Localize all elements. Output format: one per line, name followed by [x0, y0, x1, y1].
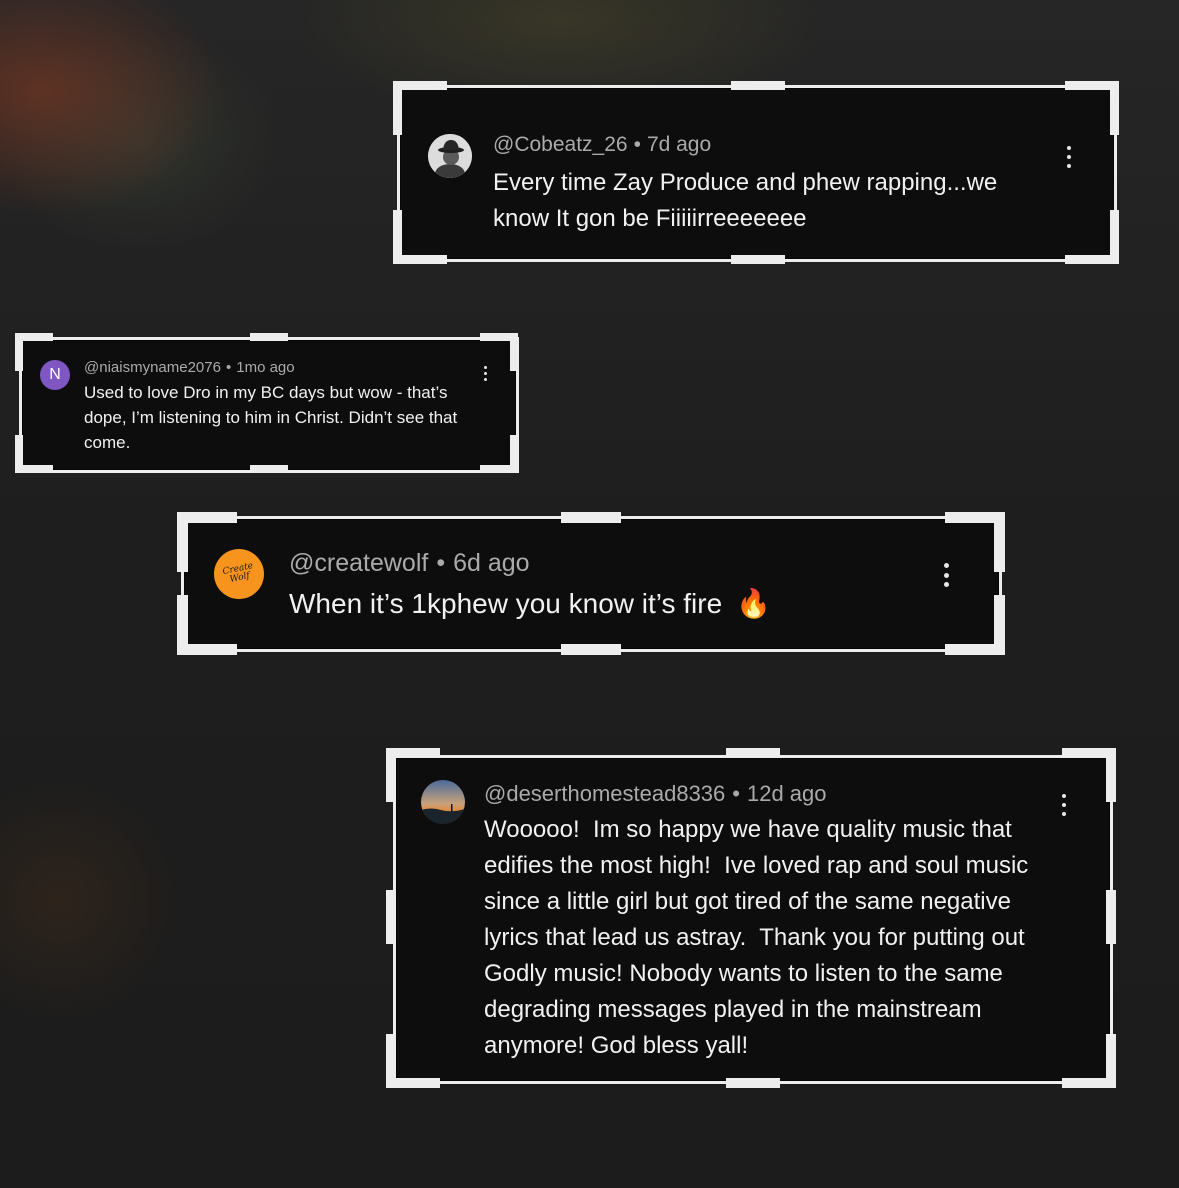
fire-emoji-icon: 🔥	[735, 588, 771, 619]
frame-tab	[386, 748, 396, 802]
comment-card-niaismyname: N @niaismyname2076 • 1mo ago Used to love …	[19, 337, 519, 473]
more-options-icon[interactable]	[940, 563, 952, 587]
frame-tab	[177, 595, 188, 655]
frame-tab	[250, 465, 288, 473]
comment-meta: @niaismyname2076 • 1mo ago	[84, 359, 295, 376]
comment-author[interactable]: @Cobeatz_26	[493, 133, 628, 156]
create-wolf-logo-avatar[interactable]: Create Wolf	[214, 549, 264, 599]
avatar-logo-text: Create Wolf	[221, 561, 255, 585]
comment-author[interactable]: @deserthomestead8336	[484, 781, 725, 806]
separator-dot: •	[436, 549, 446, 577]
frame-tab	[1110, 81, 1119, 135]
frame-tab	[386, 1034, 396, 1088]
comment-author[interactable]: @createwolf	[289, 549, 428, 577]
frame-tab	[726, 748, 780, 758]
hat-person-avatar-icon[interactable]	[428, 134, 472, 178]
comment-author[interactable]: @niaismyname2076	[84, 359, 221, 376]
frame-tab	[1106, 748, 1116, 802]
comment-time[interactable]: 1mo ago	[236, 359, 294, 376]
more-options-icon[interactable]	[479, 366, 491, 381]
sunset-landscape-avatar-icon[interactable]	[421, 780, 465, 824]
comment-card-cobeatz: @Cobeatz_26 • 7d ago Every time Zay Produc…	[397, 85, 1117, 262]
frame-tab	[1106, 1034, 1116, 1088]
comment-meta: @Cobeatz_26 • 7d ago	[493, 133, 711, 157]
frame-tab	[510, 435, 518, 473]
frame-tab	[731, 81, 785, 90]
separator-dot: •	[225, 359, 232, 376]
frame-tab	[1106, 890, 1116, 944]
frame-tab	[726, 1078, 780, 1088]
frame-tab	[561, 644, 621, 655]
comment-meta: @createwolf • 6d ago	[289, 549, 530, 578]
frame-tab	[731, 255, 785, 264]
comment-text: Every time Zay Produce and phew rapping.…	[493, 169, 998, 232]
comment-meta: @deserthomestead8336 • 12d ago	[484, 781, 827, 807]
more-options-icon[interactable]	[1058, 794, 1070, 816]
comment-text: Used to love Dro in my BC days but wow -…	[84, 383, 458, 452]
frame-tab	[393, 210, 402, 264]
frame-tab	[250, 333, 288, 341]
frame-tab	[561, 512, 621, 523]
comment-time[interactable]: 7d ago	[647, 133, 711, 156]
frame-tab	[15, 333, 23, 371]
frame-tab	[177, 512, 188, 572]
more-options-icon[interactable]	[1063, 146, 1075, 168]
frame-tab	[15, 435, 23, 473]
avatar-letter: N	[49, 366, 61, 383]
frame-tab	[994, 595, 1005, 655]
frame-tab	[386, 890, 396, 944]
comment-time[interactable]: 6d ago	[453, 549, 529, 577]
frame-tab	[510, 333, 518, 371]
comment-time[interactable]: 12d ago	[747, 781, 827, 806]
comment-text: Wooooo! Im so happy we have quality musi…	[484, 816, 1035, 1059]
letter-avatar-icon[interactable]: N	[40, 360, 70, 390]
comment-card-createwolf: Create Wolf @createwolf • 6d ago When it’s…	[181, 516, 1002, 652]
comment-text: When it’s 1kphew you know it’s fire	[289, 588, 723, 619]
frame-tab	[1110, 210, 1119, 264]
frame-tab	[393, 81, 402, 135]
comment-text-line: When it’s 1kphew you know it’s fire 🔥	[289, 585, 929, 623]
frame-tab	[994, 512, 1005, 572]
separator-dot: •	[732, 781, 740, 806]
separator-dot: •	[633, 133, 641, 156]
comment-card-deserthomestead: @deserthomestead8336 • 12d ago Wooooo! Im …	[393, 755, 1113, 1084]
